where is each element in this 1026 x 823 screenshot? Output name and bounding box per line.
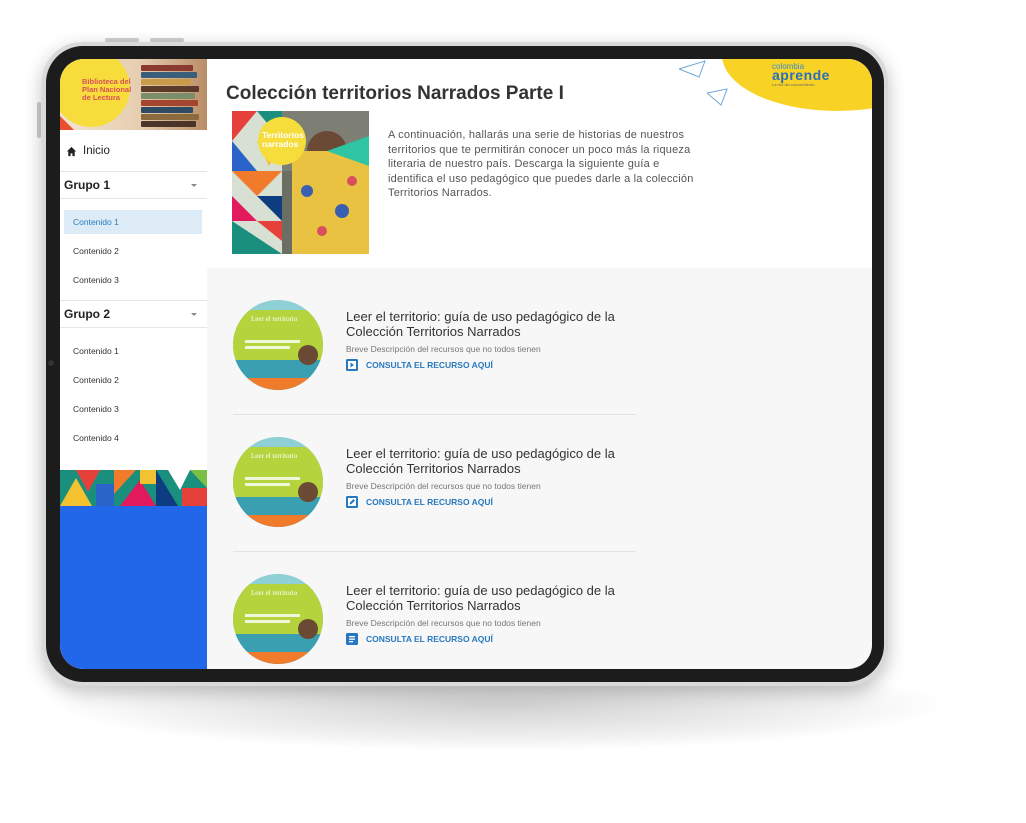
library-title: Biblioteca del Plan Nacional de Lectura <box>82 77 132 102</box>
guide-cover-art <box>233 574 323 664</box>
main-content: colombia aprende La red del conocimiento… <box>207 59 872 669</box>
hero-pattern <box>60 116 74 130</box>
thumb-label: Leer el territorio <box>251 452 298 460</box>
resource-link[interactable]: CONSULTA EL RECURSO AQUÍ <box>346 633 493 645</box>
group-1-header[interactable]: Grupo 1 <box>60 171 207 199</box>
group-2-header[interactable]: Grupo 2 <box>60 300 207 328</box>
chevron-down-icon <box>191 183 197 187</box>
header-section: colombia aprende La red del conocimiento… <box>207 59 872 268</box>
tablet-side-button <box>37 102 41 138</box>
collection-cover-image: Territorios narrados <box>232 111 369 254</box>
resource-description: Breve Descripción del recursos que no to… <box>346 344 541 354</box>
resource-title: Leer el territorio: guía de uso pedagógi… <box>346 583 615 613</box>
sidebar: Biblioteca del Plan Nacional de Lectura … <box>60 59 207 669</box>
resource-title: Leer el territorio: guía de uso pedagógi… <box>346 446 615 476</box>
edit-icon <box>346 496 358 508</box>
resource-thumbnail[interactable]: Leer el territorio <box>233 300 323 390</box>
guide-cover-art <box>233 437 323 527</box>
screen: Biblioteca del Plan Nacional de Lectura … <box>60 59 872 669</box>
resource-link-label: CONSULTA EL RECURSO AQUÍ <box>366 634 493 644</box>
chevron-down-icon <box>191 312 197 316</box>
resource-link[interactable]: CONSULTA EL RECURSO AQUÍ <box>346 496 493 508</box>
resource-title: Leer el territorio: guía de uso pedagógi… <box>346 309 615 339</box>
resource-description: Breve Descripción del recursos que no to… <box>346 481 541 491</box>
resource-thumbnail[interactable]: Leer el territorio <box>233 574 323 664</box>
group-1-item-1[interactable]: Contenido 1 <box>64 210 202 234</box>
group-1-label: Grupo 1 <box>64 178 111 192</box>
cover-label: Territorios narrados <box>262 130 304 149</box>
resource-divider <box>233 414 636 415</box>
resource-divider <box>233 551 636 552</box>
intro-paragraph: A continuación, hallarás una serie de hi… <box>388 129 694 199</box>
paper-plane-icon <box>678 60 728 106</box>
group-1-item-2[interactable]: Contenido 2 <box>64 239 202 263</box>
resource-link-label: CONSULTA EL RECURSO AQUÍ <box>366 497 493 507</box>
resource-description: Breve Descripción del recursos que no to… <box>346 618 541 628</box>
logo-main-text: aprende <box>772 67 830 83</box>
guide-cover-art <box>233 300 323 390</box>
group-1-item-3[interactable]: Contenido 3 <box>64 268 202 292</box>
nav-home[interactable]: Inicio <box>66 145 110 157</box>
resource-card-1: Leer el territorio Leer el territorio: g… <box>231 300 636 436</box>
document-icon <box>346 633 358 645</box>
home-icon <box>66 146 77 156</box>
tablet-camera <box>48 360 54 366</box>
group-2-item-1[interactable]: Contenido 1 <box>64 339 202 363</box>
books-illustration <box>141 63 201 129</box>
colombia-aprende-logo[interactable]: colombia aprende La red del conocimiento <box>772 62 830 89</box>
nav-home-label: Inicio <box>83 145 110 157</box>
resource-link[interactable]: CONSULTA EL RECURSO AQUÍ <box>346 359 493 371</box>
sidebar-hero-banner: Biblioteca del Plan Nacional de Lectura <box>60 59 207 130</box>
page-title: Colección territorios Narrados Parte I <box>226 83 564 104</box>
group-2-label: Grupo 2 <box>64 307 111 321</box>
decorative-pattern <box>60 470 207 506</box>
thumb-label: Leer el territorio <box>251 589 298 597</box>
group-2-item-2[interactable]: Contenido 2 <box>64 368 202 392</box>
group-2-item-3[interactable]: Contenido 3 <box>64 397 202 421</box>
resource-card-2: Leer el territorio Leer el territorio: g… <box>231 437 636 573</box>
thumb-label: Leer el territorio <box>251 315 298 323</box>
sidebar-blue-panel <box>60 506 207 669</box>
resource-card-3: Leer el territorio Leer el territorio: g… <box>231 574 636 669</box>
resource-thumbnail[interactable]: Leer el territorio <box>233 437 323 527</box>
group-2-item-4[interactable]: Contenido 4 <box>64 426 202 450</box>
video-icon <box>346 359 358 371</box>
resource-link-label: CONSULTA EL RECURSO AQUÍ <box>366 360 493 370</box>
